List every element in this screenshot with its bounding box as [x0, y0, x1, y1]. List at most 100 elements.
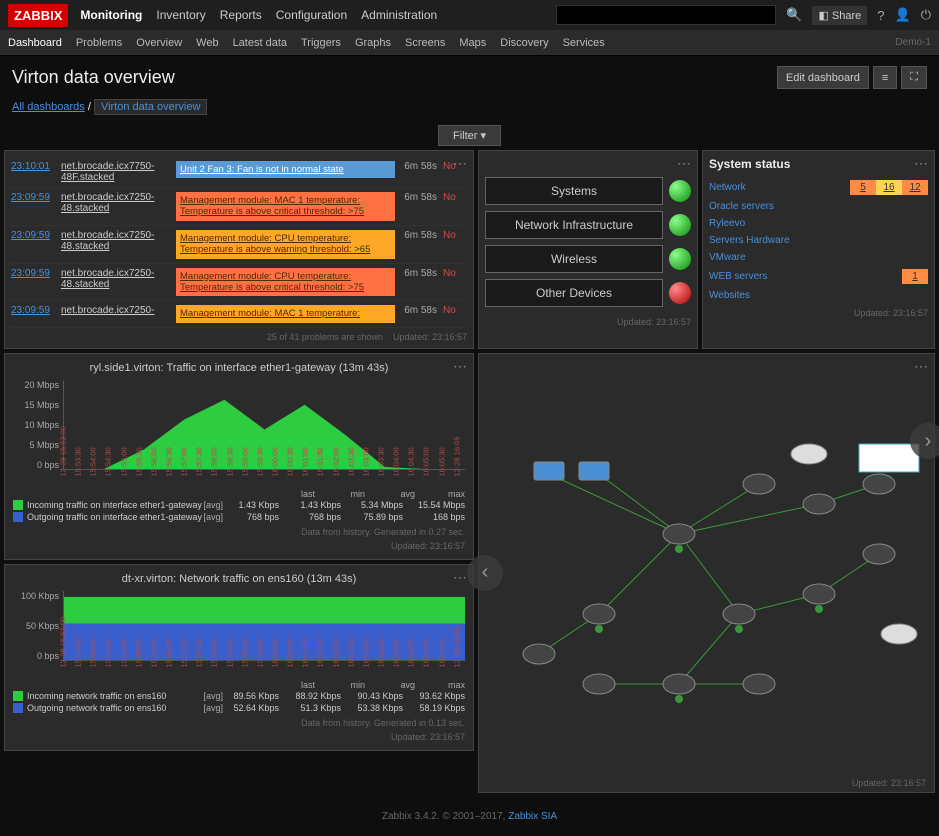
breadcrumb-root[interactable]: All dashboards [12, 101, 85, 113]
problem-time[interactable]: 23:09:59 [11, 305, 61, 316]
problem-time[interactable]: 23:09:59 [11, 268, 61, 279]
status-button-network-infrastructure[interactable]: Network Infrastructure [485, 211, 663, 239]
subnav-triggers[interactable]: Triggers [301, 37, 341, 49]
subnav-latest-data[interactable]: Latest data [233, 37, 287, 49]
problem-row: 23:09:59 net.brocade.icx7250- Management… [11, 301, 467, 327]
filter-button[interactable]: Filter ▾ [438, 125, 501, 146]
sys-group-link[interactable]: Servers Hardware [709, 235, 928, 246]
status-led-icon [669, 214, 691, 236]
map-next-arrow[interactable]: › [910, 423, 939, 459]
subnav-overview[interactable]: Overview [136, 37, 182, 49]
problem-duration: 6m 58s [395, 192, 443, 203]
problem-description[interactable]: Management module: CPU temperature: Temp… [176, 230, 395, 259]
search-icon[interactable]: 🔍 [786, 7, 802, 23]
subnav-graphs[interactable]: Graphs [355, 37, 391, 49]
problem-time[interactable]: 23:10:01 [11, 161, 61, 172]
problem-row: 23:09:59 net.brocade.icx7250-48.stacked … [11, 226, 467, 264]
problem-ack[interactable]: No [443, 192, 467, 203]
status-button-wireless[interactable]: Wireless [485, 245, 663, 273]
problem-time[interactable]: 23:09:59 [11, 230, 61, 241]
widget-menu-icon[interactable]: ⋯ [453, 358, 467, 375]
help-icon[interactable]: ? [877, 8, 884, 23]
subnav-web[interactable]: Web [196, 37, 218, 49]
problem-ack[interactable]: No [443, 268, 467, 279]
user-icon[interactable]: 👤 [895, 7, 911, 23]
severity-count[interactable]: 12 [902, 180, 928, 195]
page-title: Virton data overview [12, 67, 175, 88]
breadcrumb-current[interactable]: Virton data overview [94, 99, 207, 115]
subnav-discovery[interactable]: Discovery [500, 37, 548, 49]
sys-status-row: VMware [709, 249, 928, 266]
problem-host[interactable]: net.brocade.icx7250-48.stacked [61, 230, 176, 252]
logo: ZABBIX [8, 4, 68, 27]
legend-swatch-icon [13, 500, 23, 510]
problem-row: 23:10:01 net.brocade.icx7750-48F.stacked… [11, 157, 467, 188]
menu-icon[interactable]: ≡ [873, 66, 897, 89]
network-map[interactable] [479, 354, 934, 757]
problem-host[interactable]: net.brocade.icx7250- [61, 305, 176, 316]
chart2-title: dt-xr.virton: Network traffic on ens160 … [13, 573, 465, 585]
subnav-dashboard[interactable]: Dashboard [8, 37, 62, 49]
problem-time[interactable]: 23:09:59 [11, 192, 61, 203]
legend-swatch-icon [13, 691, 23, 701]
problem-description[interactable]: Management module: MAC 1 temperature: Te… [176, 192, 395, 221]
widget-menu-icon[interactable]: ⋯ [453, 569, 467, 586]
host-label: Demo-1 [895, 37, 931, 48]
footer-link[interactable]: Zabbix SIA [508, 811, 557, 822]
subnav-maps[interactable]: Maps [459, 37, 486, 49]
fullscreen-icon[interactable]: ⛶ [901, 66, 927, 89]
subnav-problems[interactable]: Problems [76, 37, 122, 49]
map-prev-arrow[interactable]: ‹ [467, 555, 503, 591]
legend-row: Outgoing traffic on interface ether1-gat… [13, 511, 465, 523]
problem-description[interactable]: Management module: CPU temperature: Temp… [176, 268, 395, 297]
sys-group-link[interactable]: WEB servers [709, 271, 902, 282]
topnav-inventory[interactable]: Inventory [156, 8, 205, 22]
problems-widget: ⋯ 23:10:01 net.brocade.icx7750-48F.stack… [4, 150, 474, 349]
share-button[interactable]: ◧ Share [812, 6, 867, 25]
severity-count[interactable]: 16 [876, 180, 902, 195]
widget-menu-icon[interactable]: ⋯ [914, 358, 928, 375]
search-input[interactable] [556, 5, 776, 25]
widget-menu-icon[interactable]: ⋯ [914, 155, 928, 172]
sys-group-link[interactable]: VMware [709, 252, 928, 263]
widget-menu-icon[interactable]: ⋯ [453, 155, 467, 172]
status-led-icon [669, 282, 691, 304]
problem-description[interactable]: Management module: MAC 1 temperature: [176, 305, 395, 322]
network-map-widget: ⋯ ‹ › [478, 353, 935, 793]
sys-group-link[interactable]: Network [709, 182, 850, 193]
problem-ack[interactable]: No [443, 305, 467, 316]
subnav-services[interactable]: Services [563, 37, 605, 49]
subnav: Dashboard Problems Overview Web Latest data T… [0, 30, 939, 56]
status-button-other-devices[interactable]: Other Devices [485, 279, 663, 307]
sys-group-link[interactable]: Ryleevo [709, 218, 928, 229]
sys-group-link[interactable]: Websites [709, 290, 928, 301]
status-button-systems[interactable]: Systems [485, 177, 663, 205]
topnav-monitoring[interactable]: Monitoring [80, 8, 142, 22]
logout-icon[interactable]: ⏻ [921, 7, 931, 23]
legend-row: Incoming traffic on interface ether1-gat… [13, 499, 465, 511]
subnav-screens[interactable]: Screens [405, 37, 445, 49]
problem-host[interactable]: net.brocade.icx7250-48.stacked [61, 192, 176, 214]
problem-ack[interactable]: No [443, 230, 467, 241]
problem-row: 23:09:59 net.brocade.icx7250-48.stacked … [11, 188, 467, 226]
topbar-right: 🔍 ◧ Share ? 👤 ⏻ [556, 5, 931, 25]
sys-status-row: Ryleevo [709, 215, 928, 232]
problem-host[interactable]: net.brocade.icx7750-48F.stacked [61, 161, 176, 183]
legend-row: Outgoing network traffic on ens160[avg]5… [13, 702, 465, 714]
topnav-reports[interactable]: Reports [220, 8, 262, 22]
severity-count[interactable]: 1 [902, 269, 928, 284]
sys-group-link[interactable]: Oracle servers [709, 201, 928, 212]
widget-menu-icon[interactable]: ⋯ [677, 155, 691, 172]
problem-host[interactable]: net.brocade.icx7250-48.stacked [61, 268, 176, 290]
edit-dashboard-button[interactable]: Edit dashboard [777, 66, 869, 89]
topnav: Monitoring Inventory Reports Configuration A… [80, 8, 451, 22]
sys-status-row: Websites [709, 287, 928, 304]
severity-count[interactable]: 5 [850, 180, 876, 195]
problem-description[interactable]: Unit 2 Fan 3: Fan is not in normal state [176, 161, 395, 178]
topnav-configuration[interactable]: Configuration [276, 8, 347, 22]
system-status-widget: ⋯ System status Network51612 Oracle serve… [702, 150, 935, 349]
system-status-title: System status [709, 157, 928, 177]
topnav-administration[interactable]: Administration [361, 8, 437, 22]
status-led-icon [669, 180, 691, 202]
topbar: ZABBIX Monitoring Inventory Reports Configu… [0, 0, 939, 30]
